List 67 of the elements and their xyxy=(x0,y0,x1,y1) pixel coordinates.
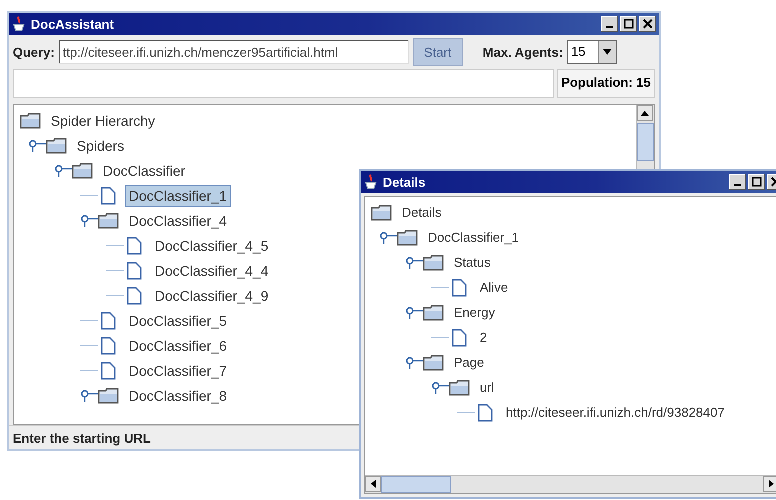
expand-handle-icon[interactable] xyxy=(405,256,423,270)
tree-item[interactable]: DocClassifier_8 xyxy=(125,384,232,406)
tree-item[interactable]: http://citeseer.ifi.unizh.ch/rd/93828407 xyxy=(502,402,729,423)
folder-icon xyxy=(397,230,419,246)
tree-item[interactable]: Alive xyxy=(476,277,512,298)
minimize-button[interactable] xyxy=(729,174,746,190)
window-title: DocAssistant xyxy=(31,16,116,32)
tree-item[interactable]: Status xyxy=(450,252,495,273)
tree-item[interactable]: DocClassifier_7 xyxy=(125,360,232,382)
close-icon xyxy=(642,19,652,29)
expand-handle-icon[interactable] xyxy=(405,306,423,320)
folder-icon xyxy=(423,354,445,370)
tree-item[interactable]: DocClassifier_4_9 xyxy=(151,284,273,306)
tree-item[interactable]: DocClassifier_1 xyxy=(424,227,524,248)
cup-icon xyxy=(12,16,26,32)
folder-icon xyxy=(449,380,471,396)
tree-item[interactable]: Details xyxy=(398,202,446,223)
maximize-button[interactable] xyxy=(620,16,637,32)
expand-handle-icon[interactable] xyxy=(80,388,98,402)
window-title: Details xyxy=(383,174,427,190)
tree-item[interactable]: Energy xyxy=(450,302,500,323)
expand-handle-icon[interactable] xyxy=(80,214,98,228)
max-agents-label: Max. Agents: xyxy=(482,44,564,60)
left-arrow-icon xyxy=(370,480,376,488)
folder-icon xyxy=(98,388,120,404)
population-label: Population: 15 xyxy=(557,69,655,98)
tree-item[interactable]: DocClassifier xyxy=(99,160,190,182)
expand-handle-icon[interactable] xyxy=(54,164,72,178)
minimize-button[interactable] xyxy=(601,16,618,32)
tree-item[interactable]: Spider Hierarchy xyxy=(47,110,160,132)
folder-icon xyxy=(371,204,393,220)
tree-item[interactable]: url xyxy=(476,377,498,398)
expand-handle-icon[interactable] xyxy=(405,356,423,370)
tree-item[interactable]: DocClassifier_4_4 xyxy=(151,260,273,282)
minimize-icon xyxy=(606,26,613,28)
right-arrow-icon xyxy=(768,480,774,488)
tree-item[interactable]: DocClassifier_6 xyxy=(125,334,232,356)
tree-item[interactable]: Page xyxy=(450,352,488,373)
tree-item[interactable]: DocClassifier_4_5 xyxy=(151,234,273,256)
folder-icon xyxy=(20,112,42,128)
scrollbar-thumb[interactable] xyxy=(381,476,451,493)
tree-item[interactable]: DocClassifier_5 xyxy=(125,310,232,332)
caret-icon xyxy=(603,49,612,55)
folder-icon xyxy=(423,304,445,320)
expand-handle-icon[interactable] xyxy=(379,230,397,244)
folder-icon xyxy=(423,254,445,270)
close-button[interactable] xyxy=(639,16,656,32)
expand-handle-icon[interactable] xyxy=(431,380,449,394)
max-agents-dropdown[interactable]: 15 xyxy=(567,40,618,64)
maximize-icon xyxy=(752,177,762,187)
tree-item[interactable]: 2 xyxy=(476,327,492,348)
folder-icon xyxy=(72,162,94,178)
tree-item[interactable]: DocClassifier_1 xyxy=(125,184,232,206)
query-field[interactable]: ttp://citeseer.ifi.unizh.ch/menczer95artificial.html xyxy=(58,40,409,64)
query-label: Query: xyxy=(13,44,55,60)
expand-handle-icon[interactable] xyxy=(28,138,46,152)
up-arrow-icon xyxy=(641,110,649,116)
horizontal-scrollbar[interactable] xyxy=(365,475,776,493)
maximize-icon xyxy=(624,19,634,29)
tree-item[interactable]: DocClassifier_4 xyxy=(125,210,232,232)
maximize-button[interactable] xyxy=(748,174,765,190)
folder-icon xyxy=(46,138,68,154)
vertical-scrollbar[interactable] xyxy=(637,105,654,161)
folder-icon xyxy=(98,212,120,228)
tree-item[interactable]: Spiders xyxy=(73,134,128,156)
cup-icon xyxy=(364,174,378,190)
minimize-icon xyxy=(734,184,741,186)
